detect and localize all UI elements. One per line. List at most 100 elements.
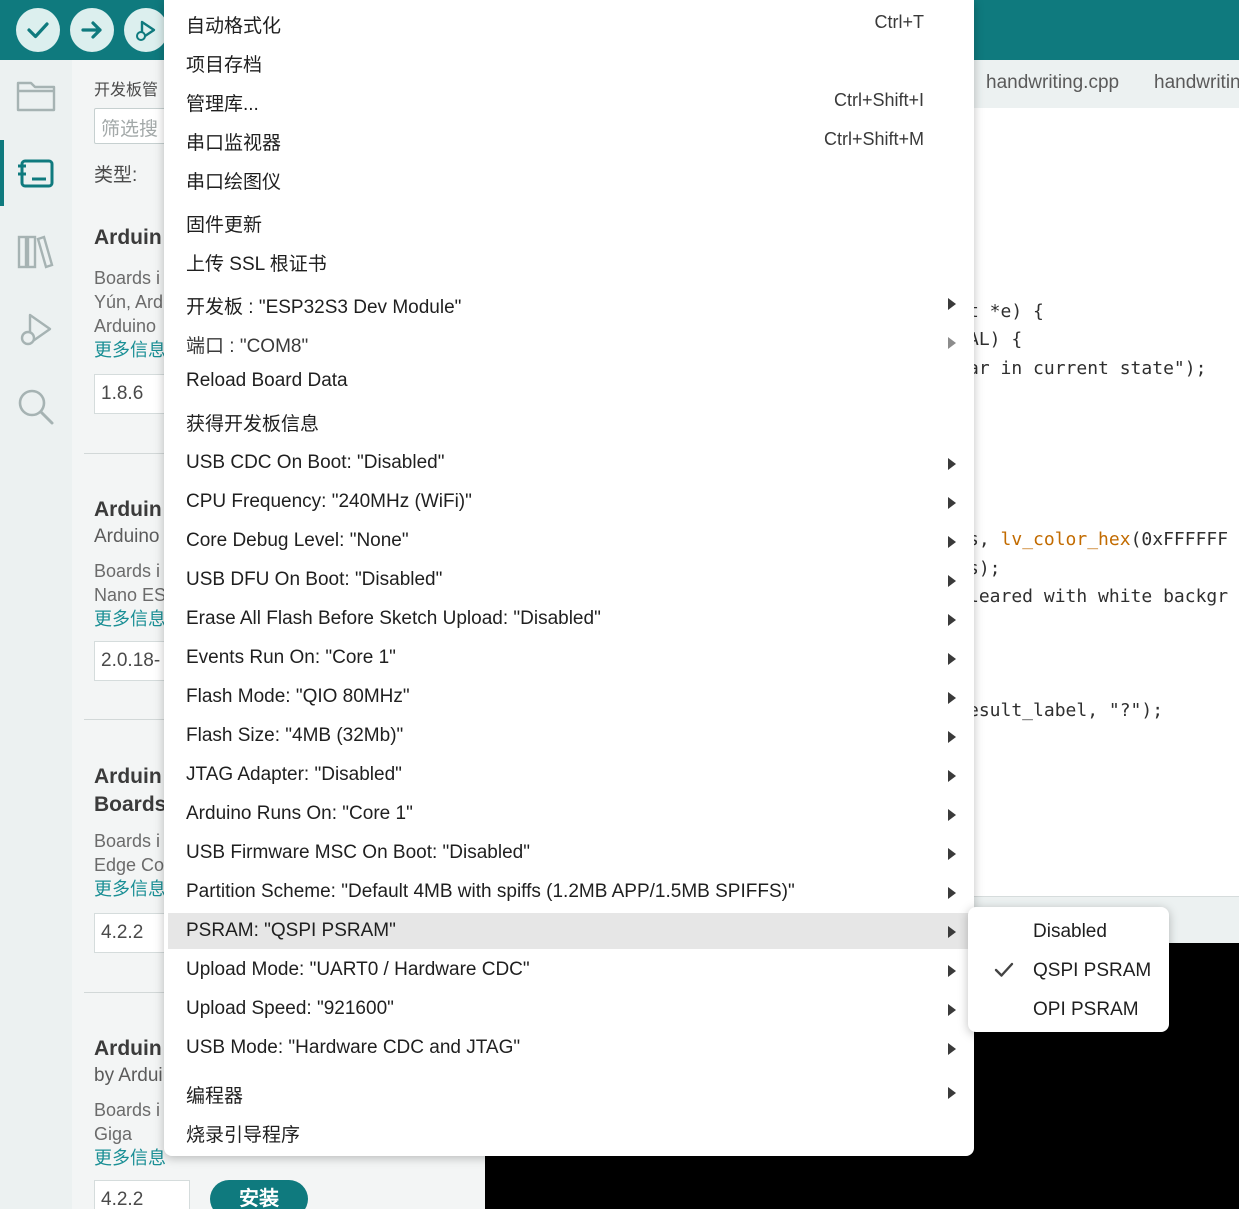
menu-item-label: Flash Size: "4MB (32Mb)" [186,725,404,746]
install-button[interactable]: 安装 [210,1180,308,1209]
verify-button[interactable] [16,8,60,52]
menu-item-get-board-info[interactable]: 获得开发板信息 [168,402,970,438]
menu-item-port[interactable]: 端口 : "COM8" [168,324,970,360]
submenu-arrow-icon [948,692,956,704]
menu-item-label: JTAG Adapter: "Disabled" [186,764,402,785]
menu-item-label: 上传 SSL 根证书 [186,254,327,275]
activity-debug[interactable] [0,296,72,362]
submenu-arrow-icon [948,848,956,860]
tab-handwriting-cpp[interactable]: handwriting.cpp [986,72,1119,94]
menu-item-serial-plotter[interactable]: 串口绘图仪 [168,160,970,196]
menu-item-label: 固件更新 [186,215,263,236]
menu-item-cpu-frequency[interactable]: CPU Frequency: "240MHz (WiFi)" [168,484,970,520]
submenu-arrow-icon [948,653,956,665]
menu-item-auto-format[interactable]: 自动格式化 Ctrl+T [168,4,970,40]
activity-search[interactable] [0,374,72,440]
menu-item-label: USB Firmware MSC On Boot: "Disabled" [186,842,530,863]
menu-item-label: Partition Scheme: "Default 4MB with spif… [186,881,795,902]
submenu-arrow-icon [948,458,956,470]
submenu-arrow-icon [948,887,956,899]
code-line: t *e) { [974,301,1044,322]
chevron-down-icon [189,1195,190,1205]
folder-icon [16,81,56,112]
menu-item-label: Erase All Flash Before Sketch Upload: "D… [186,608,601,629]
activity-library-manager[interactable] [0,218,72,284]
menu-item-label: USB DFU On Boot: "Disabled" [186,569,443,590]
activity-bar [0,60,72,1209]
submenu-arrow-icon [948,1004,956,1016]
menu-item-flash-size[interactable]: Flash Size: "4MB (32Mb)" [168,718,970,754]
submenu-arrow-icon [948,926,956,938]
menu-item-label: PSRAM: "QSPI PSRAM" [186,920,396,941]
code-editor[interactable]: t *e) { AL) { ar in current state"); s, … [974,108,1239,896]
submenu-item-qspi-psram[interactable]: QSPI PSRAM [968,952,1169,988]
version-select[interactable]: 4.2.2 [94,1180,190,1209]
menu-item-flash-mode[interactable]: Flash Mode: "QIO 80MHz" [168,679,970,715]
menu-item-label: Arduino Runs On: "Core 1" [186,803,413,824]
submenu-arrow-icon [948,809,956,821]
menu-item-board[interactable]: 开发板 : "ESP32S3 Dev Module" [168,285,970,321]
menu-item-upload-mode[interactable]: Upload Mode: "UART0 / Hardware CDC" [168,952,970,988]
menu-item-label: USB Mode: "Hardware CDC and JTAG" [186,1037,521,1058]
menu-item-arduino-runs-on[interactable]: Arduino Runs On: "Core 1" [168,796,970,832]
activity-sketchbook[interactable] [0,62,72,128]
menu-item-burn-bootloader[interactable]: 烧录引导程序 [168,1113,970,1149]
submenu-arrow-icon [948,1087,956,1099]
menu-item-reload-board-data[interactable]: Reload Board Data [168,363,970,399]
code-line: s, lv_color_hex(0xFFFFFF [974,529,1228,550]
menu-item-erase-all-flash[interactable]: Erase All Flash Before Sketch Upload: "D… [168,601,970,637]
submenu-arrow-icon [948,337,956,349]
menu-item-partition-scheme[interactable]: Partition Scheme: "Default 4MB with spif… [168,874,970,910]
submenu-arrow-icon [948,770,956,782]
menu-item-usb-mode[interactable]: USB Mode: "Hardware CDC and JTAG" [168,1030,970,1066]
menu-item-archive-sketch[interactable]: 项目存档 [168,43,970,79]
menu-item-events-run-on[interactable]: Events Run On: "Core 1" [168,640,970,676]
menu-item-label: 烧录引导程序 [186,1125,301,1146]
code-line: esult_label, "?"); [974,700,1164,721]
menu-item-label: CPU Frequency: "240MHz (WiFi)" [186,491,472,512]
menu-item-label: USB CDC On Boot: "Disabled" [186,452,445,473]
arrow-right-icon [81,21,102,39]
editor-tabs: handwriting.cpp handwritin [974,60,1239,108]
submenu-item-label: OPI PSRAM [1033,999,1139,1020]
menu-item-shortcut: Ctrl+Shift+M [823,129,924,149]
type-label: 类型: [94,165,138,186]
menu-item-label: Reload Board Data [186,370,348,391]
submenu-item-disabled[interactable]: Disabled [968,913,1169,949]
submenu-arrow-icon [948,536,956,548]
code-function-token: lv_color_hex [1000,529,1131,550]
menu-item-label: 自动格式化 [186,16,282,37]
tools-menu: 自动格式化 Ctrl+T 项目存档 管理库... Ctrl+Shift+I 串口… [164,0,974,1156]
menu-item-usb-cdc-on-boot[interactable]: USB CDC On Boot: "Disabled" [168,445,970,481]
submenu-arrow-icon [948,614,956,626]
menu-item-firmware-update[interactable]: 固件更新 [168,203,970,239]
menu-item-jtag-adapter[interactable]: JTAG Adapter: "Disabled" [168,757,970,793]
psram-submenu: Disabled QSPI PSRAM OPI PSRAM [968,907,1169,1032]
menu-item-serial-monitor[interactable]: 串口监视器 Ctrl+Shift+M [168,121,970,157]
upload-button[interactable] [70,8,114,52]
menu-item-label: Events Run On: "Core 1" [186,647,396,668]
menu-item-usb-dfu-on-boot[interactable]: USB DFU On Boot: "Disabled" [168,562,970,598]
menu-item-label: 端口 : "COM8" [186,336,309,357]
submenu-item-label: QSPI PSRAM [1033,960,1152,981]
submenu-item-label: Disabled [1033,921,1107,942]
menu-item-label: Flash Mode: "QIO 80MHz" [186,686,410,707]
menu-item-psram[interactable]: PSRAM: "QSPI PSRAM" [168,913,970,949]
menu-item-programmer[interactable]: 编程器 [168,1074,970,1110]
menu-item-usb-firmware-msc[interactable]: USB Firmware MSC On Boot: "Disabled" [168,835,970,871]
menu-item-upload-speed[interactable]: Upload Speed: "921600" [168,991,970,1027]
menu-item-upload-ssl-cert[interactable]: 上传 SSL 根证书 [168,242,970,278]
tab-handwriting[interactable]: handwritin [1154,72,1239,94]
debug-button[interactable] [124,8,168,52]
debug-icon [20,313,52,346]
menu-item-core-debug-level[interactable]: Core Debug Level: "None" [168,523,970,559]
menu-item-label: 串口绘图仪 [186,172,282,193]
submenu-item-opi-psram[interactable]: OPI PSRAM [968,991,1169,1027]
menu-item-label: 管理库... [186,94,259,115]
search-icon [18,389,54,425]
menu-item-label: 获得开发板信息 [186,414,320,435]
check-icon [27,22,49,39]
activity-boards-manager[interactable] [0,140,72,206]
code-line: ar in current state"); [974,358,1207,379]
menu-item-manage-libraries[interactable]: 管理库... Ctrl+Shift+I [168,82,970,118]
